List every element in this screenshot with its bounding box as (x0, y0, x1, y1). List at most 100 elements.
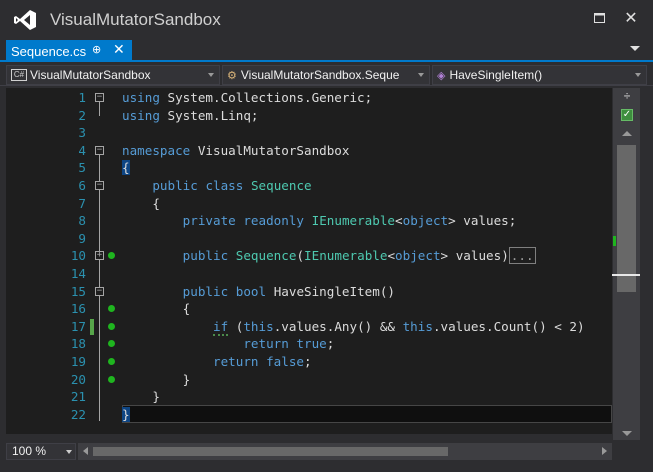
scroll-up-icon[interactable] (622, 131, 632, 136)
pin-icon[interactable]: ⊕ (92, 43, 101, 56)
tab-overflow-dropdown-icon[interactable] (630, 46, 640, 51)
code-text: return false; (213, 354, 312, 369)
scroll-right-icon[interactable] (602, 447, 607, 455)
coverage-dot-icon (108, 252, 115, 260)
code-line: 9 (6, 230, 612, 248)
code-text: using System.Collections.Generic; (122, 90, 373, 105)
vertical-scroll-thumb[interactable] (617, 145, 636, 292)
line-number: 15 (70, 283, 86, 299)
line-number: 6 (78, 178, 86, 193)
code-text: } (122, 389, 160, 405)
code-line: 8 private readonly IEnumerable<object> v… (6, 212, 612, 230)
tab-close-icon[interactable]: ✕ (113, 41, 125, 58)
change-marker (90, 318, 94, 335)
method-icon: ◈ (437, 69, 446, 82)
navigation-bar: C# VisualMutatorSandbox ⚙ VisualMutatorS… (0, 64, 653, 86)
code-text: { (122, 160, 130, 176)
code-editor[interactable]: 1 − using System.Collections.Generic; 2 … (6, 88, 612, 434)
line-number: 14 (70, 266, 86, 281)
coverage-dot-icon (108, 305, 115, 313)
maximize-button[interactable] (585, 6, 613, 30)
close-window-button[interactable]: ✕ (617, 6, 645, 30)
scrollbar-caret-marker (612, 274, 640, 276)
tab-sequence-cs[interactable]: Sequence.cs ⊕ ✕ (6, 40, 132, 62)
code-text: if (this.values.Any() && this.values.Cou… (213, 318, 585, 336)
coverage-dot-icon (108, 375, 115, 383)
code-line: 5 { (6, 159, 612, 177)
code-line: 17 if (this.values.Any() && this.values.… (6, 318, 612, 336)
code-text: namespace VisualMutatorSandbox (122, 142, 350, 158)
code-line: 20 } (6, 371, 612, 389)
code-line: 21 } (6, 388, 612, 406)
horizontal-scrollbar[interactable] (78, 443, 612, 460)
title-bar: VisualMutatorSandbox ✕ (0, 0, 653, 40)
scroll-down-icon[interactable] (622, 431, 632, 436)
collapse-icon[interactable]: − (95, 286, 104, 296)
collapsed-region-marker[interactable]: ... (508, 247, 536, 265)
close-icon: ✕ (624, 10, 638, 27)
code-text: public Sequence(IEnumerable<object> valu… (182, 247, 536, 265)
code-line: 1 − using System.Collections.Generic; (6, 89, 612, 107)
project-dropdown-label: VisualMutatorSandbox (30, 68, 151, 82)
visual-studio-logo-icon (14, 10, 36, 30)
code-line: 19 return false; (6, 353, 612, 371)
scrollbar-change-marker (613, 236, 616, 246)
line-number: 20 (70, 371, 86, 387)
code-line: 16 { (6, 300, 612, 318)
zoom-level: 100 % (12, 444, 47, 458)
line-number: 21 (70, 389, 86, 405)
vertical-scrollbar[interactable]: ÷ ✓ (612, 88, 640, 440)
code-text: return true; (243, 336, 335, 352)
line-number: 4 (78, 142, 86, 158)
line-number: 7 (78, 195, 86, 211)
code-line: 3 (6, 124, 612, 142)
zoom-dropdown[interactable]: 100 % (6, 443, 76, 460)
coverage-dot-icon (108, 340, 115, 348)
code-line: 2 using System.Linq; (6, 107, 612, 125)
line-number: 5 (78, 160, 86, 176)
type-dropdown[interactable]: ⚙ VisualMutatorSandbox.Seque (222, 65, 430, 85)
code-text: private readonly IEnumerable<object> val… (182, 213, 517, 229)
window-title: VisualMutatorSandbox (50, 10, 221, 29)
document-tab-strip: Sequence.cs ⊕ ✕ (0, 40, 653, 62)
editor-bottom-bar: 100 % (6, 441, 612, 461)
line-number: 17 (70, 318, 86, 334)
line-number: 16 (70, 301, 86, 317)
class-icon: ⚙ (227, 69, 237, 82)
line-number: 19 (70, 354, 86, 369)
checkmark-icon: ✓ (621, 109, 633, 121)
code-line: 7 { (6, 195, 612, 213)
horizontal-scroll-thumb[interactable] (93, 447, 448, 456)
expand-icon[interactable]: + (95, 251, 104, 261)
tab-label: Sequence.cs (11, 43, 87, 59)
code-line: 22 } (6, 406, 612, 424)
code-line: 14 (6, 265, 612, 283)
code-text: { (122, 301, 191, 317)
collapse-icon[interactable]: − (95, 145, 104, 155)
code-text: } (122, 371, 191, 387)
code-line: 10 + public Sequence(IEnumerable<object>… (6, 247, 612, 265)
code-text: { (122, 195, 160, 211)
type-dropdown-label: VisualMutatorSandbox.Seque (240, 68, 400, 82)
scroll-left-icon[interactable] (83, 447, 88, 455)
project-dropdown[interactable]: C# VisualMutatorSandbox (6, 65, 220, 85)
coverage-dot-icon (108, 322, 115, 330)
member-dropdown-label: HaveSingleItem() (449, 68, 543, 82)
line-number: 10 (70, 248, 86, 264)
code-text: } (122, 406, 130, 422)
ide-window: VisualMutatorSandbox ✕ Sequence.cs ⊕ ✕ C… (0, 0, 653, 472)
line-number: 9 (78, 230, 86, 246)
chevron-down-icon (418, 73, 424, 77)
collapse-icon[interactable]: − (95, 181, 104, 190)
line-number: 3 (78, 125, 86, 141)
line-number: 1 (78, 90, 86, 105)
collapse-icon[interactable]: − (95, 93, 104, 102)
code-text: public bool HaveSingleItem() (182, 283, 396, 299)
code-line: 4 − namespace VisualMutatorSandbox (6, 142, 612, 160)
line-number: 18 (70, 336, 86, 352)
split-window-icon[interactable]: ÷ (620, 90, 634, 102)
member-dropdown[interactable]: ◈ HaveSingleItem() (432, 65, 647, 85)
line-number: 8 (78, 213, 86, 229)
code-line: 18 return true; (6, 335, 612, 353)
chevron-down-icon (66, 450, 72, 454)
